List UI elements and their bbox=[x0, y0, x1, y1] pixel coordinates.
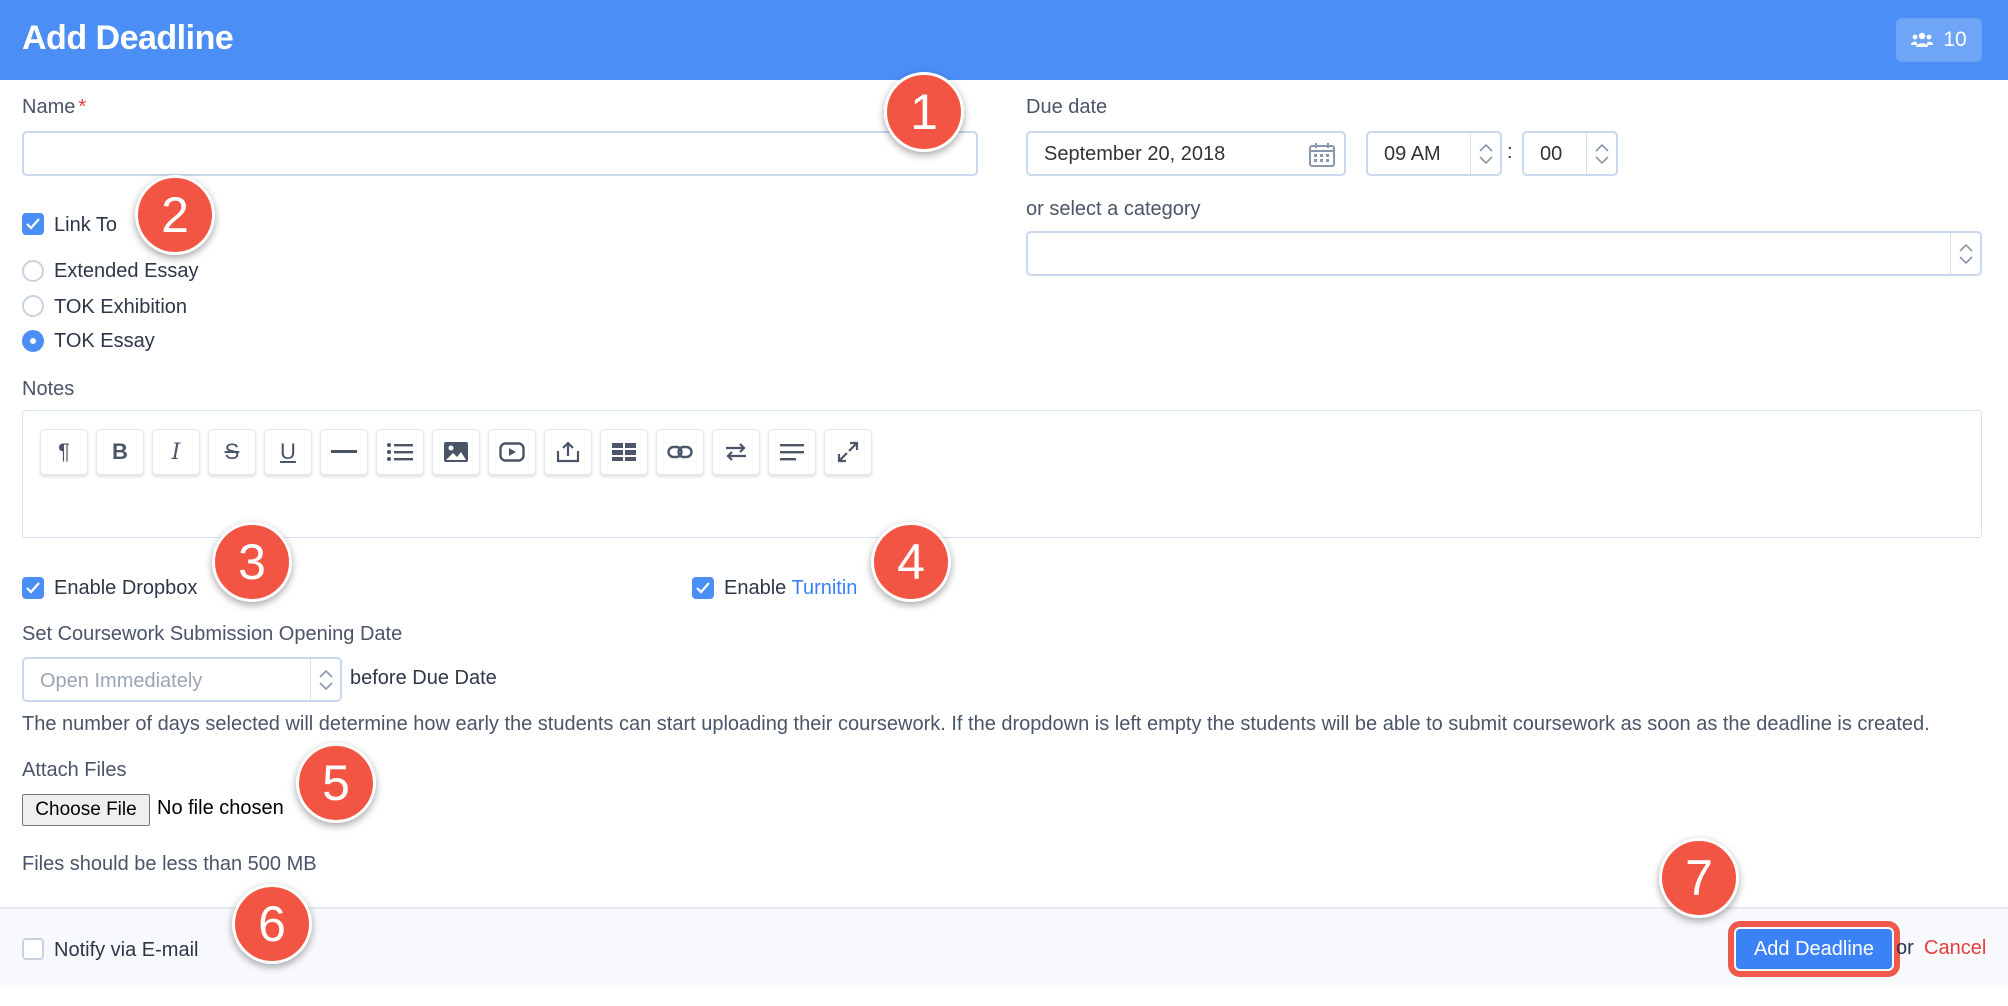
header-bar: Add Deadline 10 bbox=[0, 0, 2008, 80]
time-separator: : bbox=[1507, 141, 1513, 163]
turnitin-link[interactable]: Turnitin bbox=[791, 577, 857, 599]
list-icon[interactable] bbox=[376, 429, 424, 475]
opening-date-label: Set Coursework Submission Opening Date bbox=[22, 623, 403, 645]
annotation-badge-7: 7 bbox=[1659, 838, 1739, 918]
italic-icon[interactable]: I bbox=[152, 429, 200, 475]
name-label: Name * bbox=[22, 96, 87, 118]
hour-spinner[interactable] bbox=[1470, 133, 1500, 174]
help-text: The number of days selected will determi… bbox=[22, 713, 1930, 735]
minute-stepper[interactable]: 00 bbox=[1522, 131, 1618, 176]
paragraph-icon[interactable]: ¶ bbox=[40, 429, 88, 475]
checkmark-icon bbox=[26, 218, 40, 230]
notes-label: Notes bbox=[22, 378, 75, 400]
option-tok-essay: TOK Essay bbox=[54, 330, 155, 352]
members-button[interactable]: 10 bbox=[1896, 18, 1982, 62]
no-file-label: No file chosen bbox=[157, 797, 284, 819]
image-icon[interactable] bbox=[432, 429, 480, 475]
chevron-up-icon bbox=[1958, 243, 1973, 252]
due-date-input[interactable]: September 20, 2018 bbox=[1026, 131, 1346, 176]
chevron-up-icon[interactable] bbox=[1478, 143, 1493, 152]
file-limit-text: Files should be less than 500 MB bbox=[22, 853, 317, 875]
video-icon[interactable] bbox=[488, 429, 536, 475]
option-tok-exhibition: TOK Exhibition bbox=[54, 296, 188, 318]
link-to-label: Link To bbox=[54, 214, 118, 236]
chevron-down-icon[interactable] bbox=[1594, 155, 1609, 164]
category-spinner[interactable] bbox=[1950, 233, 1980, 274]
required-mark: * bbox=[78, 96, 87, 118]
annotation-badge-2: 2 bbox=[135, 175, 215, 255]
table-icon[interactable] bbox=[600, 429, 648, 475]
page-title: Add Deadline bbox=[22, 19, 234, 57]
swap-icon[interactable] bbox=[712, 429, 760, 475]
due-date-value: September 20, 2018 bbox=[1044, 143, 1226, 165]
category-label: or select a category bbox=[1026, 198, 1201, 220]
checkmark-icon bbox=[26, 582, 40, 594]
chevron-up-icon bbox=[318, 669, 333, 678]
fullscreen-icon[interactable] bbox=[824, 429, 872, 475]
or-text: or bbox=[1896, 937, 1914, 959]
checkmark-icon bbox=[696, 582, 710, 594]
radio-tok-exhibition[interactable] bbox=[22, 295, 44, 317]
opening-date-select[interactable]: Open Immediately bbox=[22, 657, 342, 702]
opening-date-placeholder: Open Immediately bbox=[40, 670, 203, 692]
upload-icon[interactable] bbox=[544, 429, 592, 475]
opening-date-spinner[interactable] bbox=[310, 659, 340, 700]
enable-dropbox-checkbox[interactable] bbox=[22, 577, 44, 599]
enable-dropbox-label: Enable Dropbox bbox=[54, 577, 198, 599]
choose-file-button[interactable]: Choose File bbox=[22, 794, 150, 826]
annotation-badge-3: 3 bbox=[212, 522, 292, 602]
name-input[interactable] bbox=[22, 131, 978, 176]
chevron-down-icon bbox=[318, 681, 333, 690]
option-extended-essay: Extended Essay bbox=[54, 260, 199, 282]
horizontal-rule-icon[interactable] bbox=[320, 429, 368, 475]
hour-value: 09 AM bbox=[1384, 143, 1441, 165]
strikethrough-icon[interactable]: S bbox=[208, 429, 256, 475]
link-to-checkbox[interactable] bbox=[22, 213, 44, 235]
radio-extended-essay[interactable] bbox=[22, 260, 44, 282]
notify-email-checkbox[interactable] bbox=[22, 938, 44, 960]
category-select[interactable] bbox=[1026, 231, 1982, 276]
notes-editor[interactable]: ¶ B I S U bbox=[22, 410, 1982, 538]
bold-icon[interactable]: B bbox=[96, 429, 144, 475]
minute-spinner[interactable] bbox=[1586, 133, 1616, 174]
users-icon bbox=[1911, 32, 1934, 47]
underline-icon[interactable]: U bbox=[264, 429, 312, 475]
annotation-badge-1: 1 bbox=[884, 72, 964, 152]
enable-turnitin-checkbox[interactable] bbox=[692, 577, 714, 599]
radio-tok-essay[interactable] bbox=[22, 330, 44, 352]
notify-email-label: Notify via E-mail bbox=[54, 939, 199, 961]
before-due-label: before Due Date bbox=[350, 667, 497, 689]
chevron-down-icon bbox=[1958, 255, 1973, 264]
due-date-label: Due date bbox=[1026, 96, 1108, 118]
link-icon[interactable] bbox=[656, 429, 704, 475]
minute-value: 00 bbox=[1540, 143, 1563, 165]
enable-turnitin-label: Enable Turnitin bbox=[724, 577, 858, 599]
add-deadline-button[interactable]: Add Deadline bbox=[1728, 921, 1900, 977]
annotation-badge-4: 4 bbox=[871, 522, 951, 602]
calendar-icon[interactable] bbox=[1308, 142, 1336, 168]
chevron-up-icon[interactable] bbox=[1594, 143, 1609, 152]
annotation-badge-6: 6 bbox=[232, 884, 312, 964]
cancel-link[interactable]: Cancel bbox=[1924, 937, 1986, 960]
align-icon[interactable] bbox=[768, 429, 816, 475]
annotation-badge-5: 5 bbox=[296, 743, 376, 823]
chevron-down-icon[interactable] bbox=[1478, 155, 1493, 164]
hour-stepper[interactable]: 09 AM bbox=[1366, 131, 1502, 176]
members-count: 10 bbox=[1943, 28, 1967, 51]
attach-files-label: Attach Files bbox=[22, 759, 127, 781]
